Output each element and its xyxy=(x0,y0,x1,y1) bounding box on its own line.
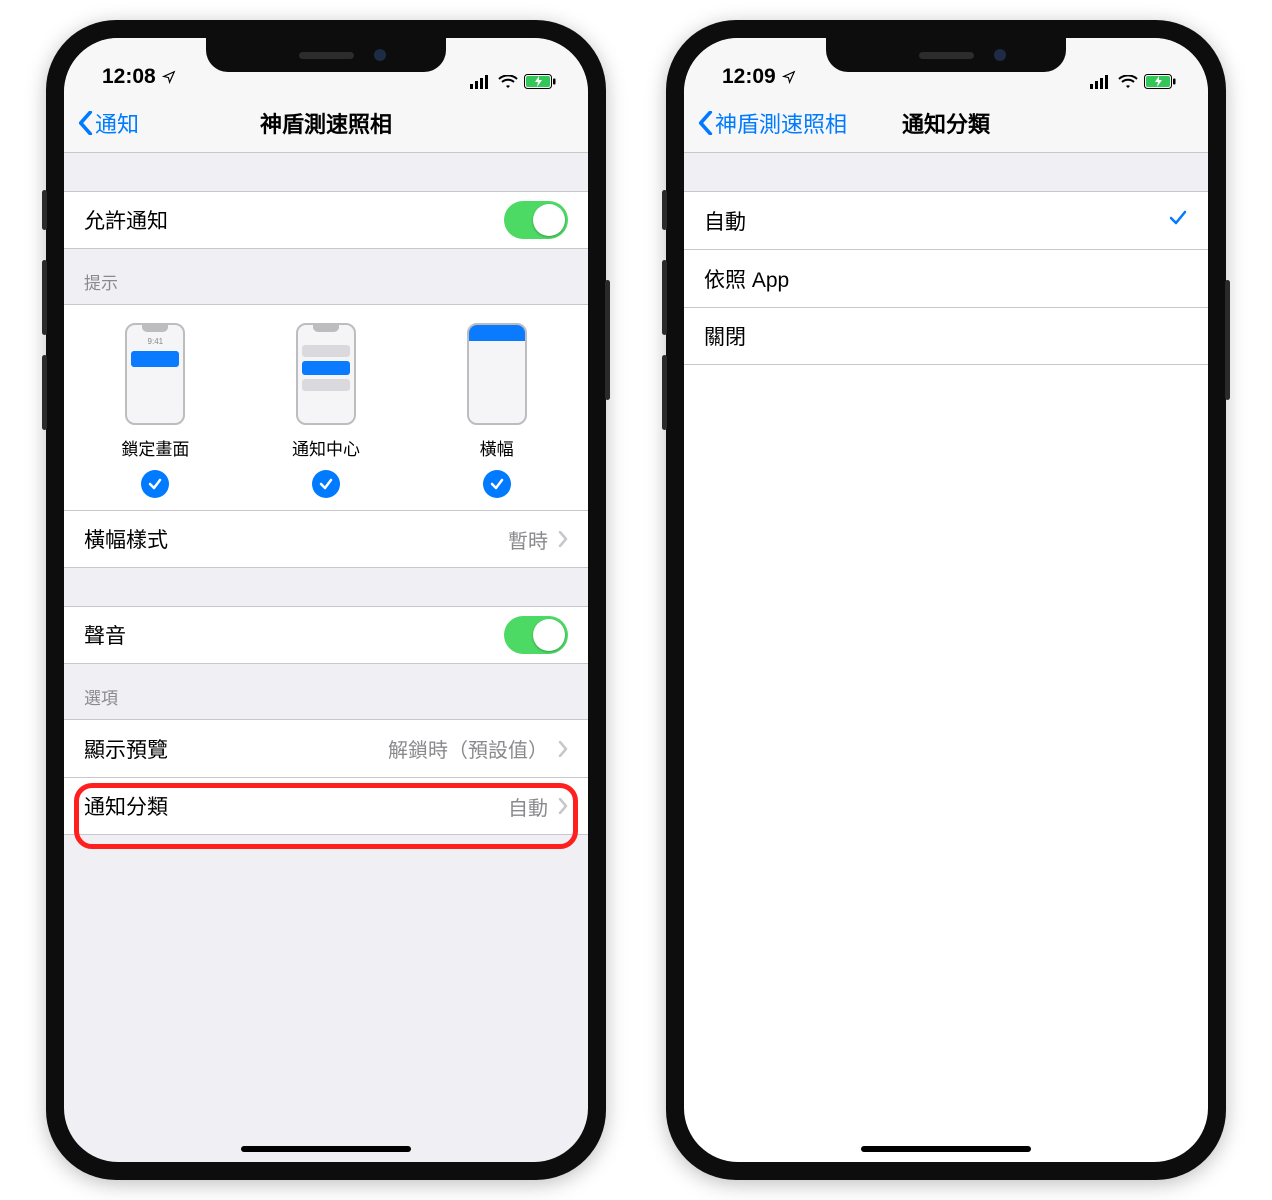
sound-toggle[interactable] xyxy=(504,616,568,654)
checkmark-icon xyxy=(1168,208,1188,234)
battery-charging-icon xyxy=(1144,74,1176,89)
alert-option-label: 通知中心 xyxy=(292,435,360,460)
sound-row[interactable]: 聲音 xyxy=(64,606,588,664)
notification-center-preview-icon xyxy=(296,323,356,425)
alert-option-notification-center[interactable]: 通知中心 xyxy=(241,323,412,498)
alert-option-label: 橫幅 xyxy=(480,435,514,460)
page-title: 神盾測速照相 xyxy=(64,107,588,139)
back-button[interactable]: 神盾測速照相 xyxy=(698,107,847,139)
volume-down-button xyxy=(662,355,667,430)
chevron-right-icon xyxy=(558,798,568,814)
grouping-option-label: 關閉 xyxy=(704,321,1188,351)
navigation-bar: 神盾測速照相 通知分類 xyxy=(684,93,1208,153)
location-icon xyxy=(782,70,796,84)
home-indicator[interactable] xyxy=(861,1146,1031,1152)
back-label: 神盾測速照相 xyxy=(715,107,847,139)
notification-grouping-row[interactable]: 通知分類 自動 xyxy=(64,777,588,835)
chevron-left-icon xyxy=(78,111,93,135)
battery-charging-icon xyxy=(524,74,556,89)
grouping-option-by-app[interactable]: 依照 App xyxy=(684,249,1208,307)
notification-grouping-label: 通知分類 xyxy=(84,791,508,821)
sound-label: 聲音 xyxy=(84,620,504,650)
volume-down-button xyxy=(42,355,47,430)
silence-switch xyxy=(42,190,47,230)
power-button xyxy=(1225,280,1230,400)
alert-option-checkbox[interactable] xyxy=(483,470,511,498)
silence-switch xyxy=(662,190,667,230)
notch xyxy=(826,38,1066,72)
chevron-right-icon xyxy=(558,741,568,757)
lockscreen-preview-icon: 9:41 xyxy=(125,323,185,425)
wifi-icon xyxy=(1118,75,1138,89)
allow-notifications-row[interactable]: 允許通知 xyxy=(64,191,588,249)
banner-style-row[interactable]: 橫幅樣式 暫時 xyxy=(64,510,588,568)
grouping-option-label: 依照 App xyxy=(704,264,1188,294)
notch xyxy=(206,38,446,72)
options-section-header: 選項 xyxy=(64,664,588,719)
banner-style-label: 橫幅樣式 xyxy=(84,524,508,554)
chevron-left-icon xyxy=(698,111,713,135)
alert-option-label: 鎖定畫面 xyxy=(121,435,189,460)
alert-option-checkbox[interactable] xyxy=(312,470,340,498)
cellular-signal-icon xyxy=(1090,75,1112,89)
banner-style-value: 暫時 xyxy=(508,525,548,554)
alerts-section-header: 提示 xyxy=(64,249,588,304)
phone-mockup-left: 12:08 xyxy=(46,20,606,1180)
banner-preview-icon xyxy=(467,323,527,425)
show-preview-value: 解鎖時（預設值） xyxy=(388,734,548,763)
alert-styles-row: 9:41 鎖定畫面 通知中心 xyxy=(64,304,588,510)
grouping-option-auto[interactable]: 自動 xyxy=(684,191,1208,249)
wifi-icon xyxy=(498,75,518,89)
cellular-signal-icon xyxy=(470,75,492,89)
alert-option-checkbox[interactable] xyxy=(141,470,169,498)
back-label: 通知 xyxy=(95,107,139,139)
alert-option-lockscreen[interactable]: 9:41 鎖定畫面 xyxy=(70,323,241,498)
location-icon xyxy=(162,70,176,84)
home-indicator[interactable] xyxy=(241,1146,411,1152)
volume-up-button xyxy=(42,260,47,335)
allow-notifications-label: 允許通知 xyxy=(84,205,504,235)
navigation-bar: 通知 神盾測速照相 xyxy=(64,93,588,153)
show-preview-row[interactable]: 顯示預覽 解鎖時（預設值） xyxy=(64,719,588,777)
notification-grouping-value: 自動 xyxy=(508,792,548,821)
grouping-option-off[interactable]: 關閉 xyxy=(684,307,1208,365)
status-time: 12:08 xyxy=(102,65,156,89)
alert-option-banner[interactable]: 橫幅 xyxy=(411,323,582,498)
show-preview-label: 顯示預覽 xyxy=(84,734,388,764)
status-time: 12:09 xyxy=(722,65,776,89)
power-button xyxy=(605,280,610,400)
grouping-option-label: 自動 xyxy=(704,206,1168,236)
chevron-right-icon xyxy=(558,531,568,547)
phone-mockup-right: 12:09 xyxy=(666,20,1226,1180)
volume-up-button xyxy=(662,260,667,335)
allow-notifications-toggle[interactable] xyxy=(504,201,568,239)
back-button[interactable]: 通知 xyxy=(78,107,139,139)
